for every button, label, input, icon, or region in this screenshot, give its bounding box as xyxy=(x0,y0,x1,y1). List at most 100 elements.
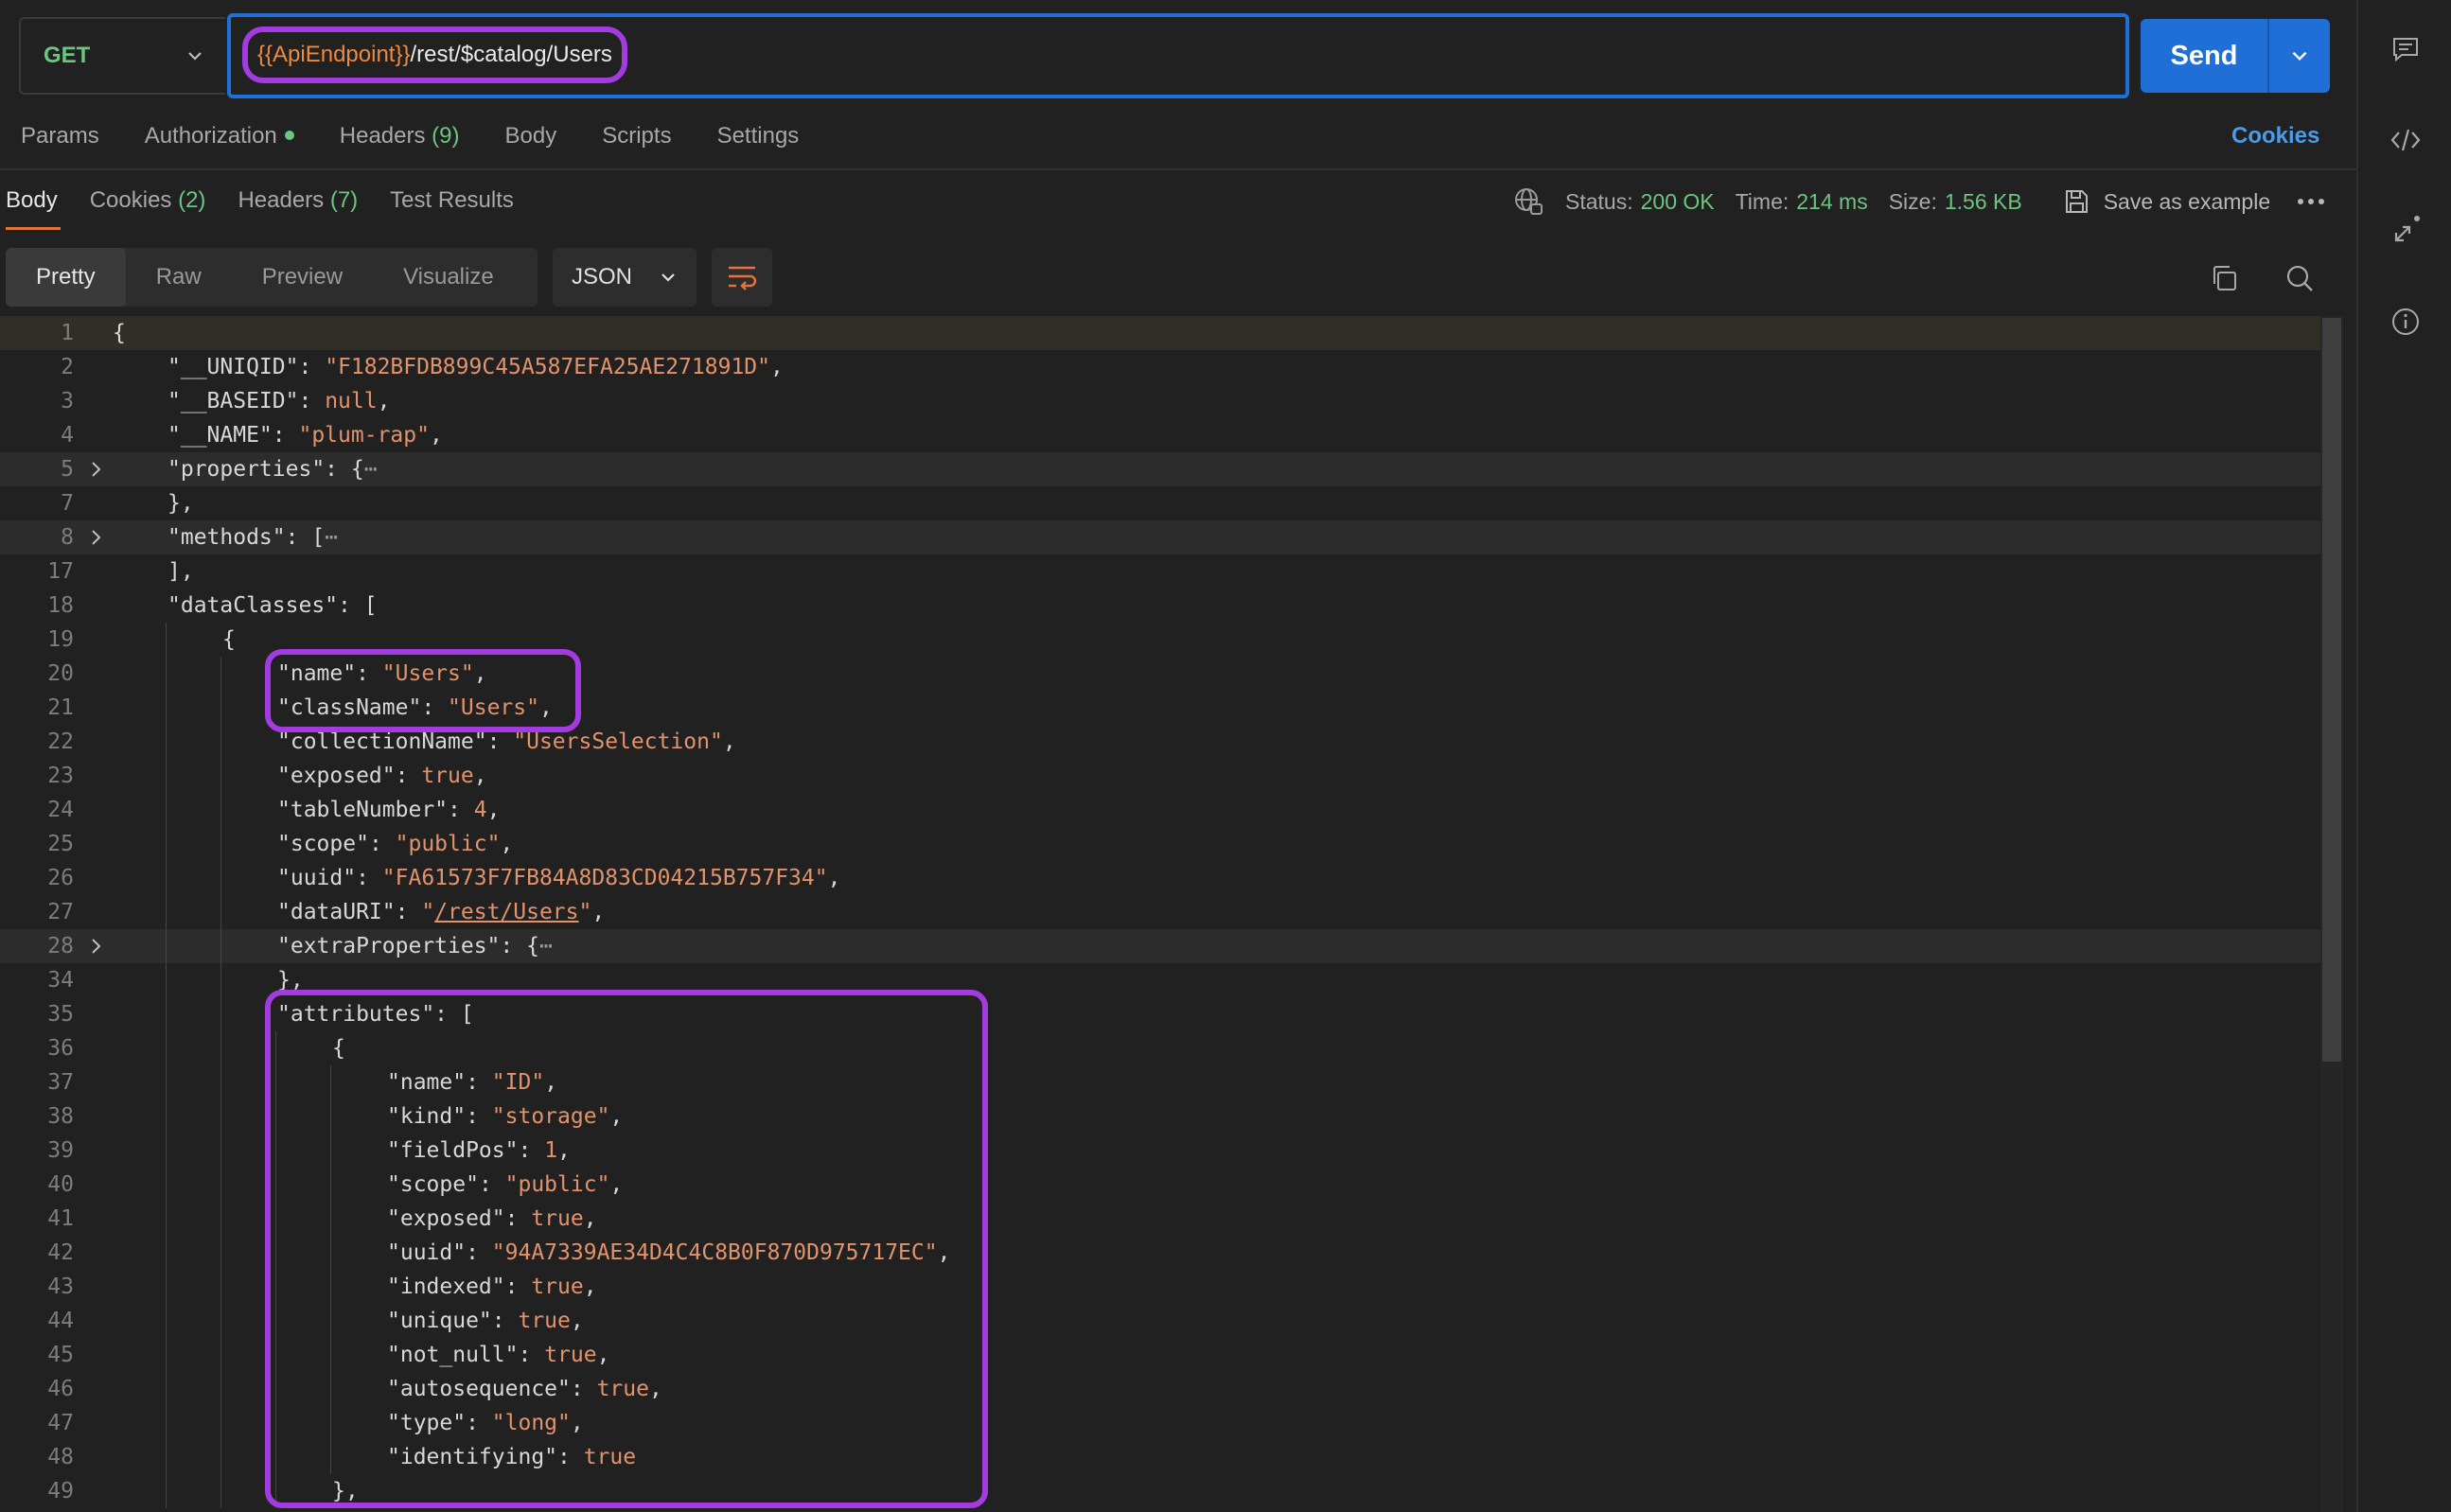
indent-guide xyxy=(166,827,167,861)
tab-authorization[interactable]: Authorization xyxy=(145,123,294,155)
url-path: /rest/$catalog/Users xyxy=(410,42,612,67)
line-number: 43 xyxy=(47,1275,74,1299)
json-punctuation: : xyxy=(356,866,382,890)
view-preview-button[interactable]: Preview xyxy=(232,248,373,307)
related-requests-icon[interactable] xyxy=(2383,206,2428,252)
indent-guide xyxy=(220,759,221,793)
code-line: 25 "scope": "public", xyxy=(0,827,2343,861)
send-button-group: Send xyxy=(2141,19,2330,93)
code-text: }, xyxy=(168,486,194,520)
response-tab-headers[interactable]: Headers (7) xyxy=(238,187,358,214)
indent-guide xyxy=(275,1440,276,1474)
copy-icon[interactable] xyxy=(2201,255,2247,301)
json-punctuation: , xyxy=(544,1070,558,1095)
code-text: }, xyxy=(332,1474,359,1508)
json-key: "exposed" xyxy=(387,1206,505,1231)
cookies-link[interactable]: Cookies xyxy=(2231,123,2319,149)
json-punctuation: , xyxy=(570,1411,584,1435)
tab-params[interactable]: Params xyxy=(21,123,99,155)
tab-label: Settings xyxy=(716,123,800,149)
json-key: "properties" xyxy=(168,457,326,482)
send-button[interactable]: Send xyxy=(2141,19,2269,93)
json-value: true xyxy=(531,1206,584,1231)
fold-chevron-icon[interactable] xyxy=(87,460,106,479)
indent-guide xyxy=(220,997,221,1031)
editor-scrollbar-thumb[interactable] xyxy=(2322,318,2341,1062)
chevron-down-icon xyxy=(176,37,214,75)
indent-guide xyxy=(220,691,221,725)
json-key: "not_null" xyxy=(387,1343,519,1367)
fold-chevron-icon[interactable] xyxy=(87,937,106,956)
tab-body[interactable]: Body xyxy=(505,123,557,155)
indent-guide xyxy=(275,1134,276,1168)
json-punctuation: : xyxy=(557,1445,584,1469)
code-text: "autosequence": true, xyxy=(387,1372,662,1406)
indent-guide xyxy=(166,1031,167,1065)
search-icon[interactable] xyxy=(2277,255,2322,301)
json-punctuation: , xyxy=(429,423,443,448)
code-line: 43 "indexed": true, xyxy=(0,1270,2343,1304)
json-value: true xyxy=(583,1445,637,1469)
save-as-example-button[interactable]: Save as example xyxy=(2062,187,2270,216)
indent-guide xyxy=(275,1270,276,1304)
tab-label: Scripts xyxy=(602,123,672,149)
json-value: "public" xyxy=(504,1172,610,1197)
json-punctuation: : { xyxy=(325,457,364,482)
response-tab-test-results[interactable]: Test Results xyxy=(390,187,514,214)
json-value: "plum-rap" xyxy=(298,423,430,448)
code-line: 5 "properties": {⋯ xyxy=(0,452,2343,486)
json-punctuation: : xyxy=(466,1104,492,1129)
code-line: 26 "uuid": "FA61573F7FB84A8D83CD04215B757… xyxy=(0,861,2343,895)
format-select[interactable]: JSON xyxy=(553,248,697,307)
send-options-button[interactable] xyxy=(2269,19,2330,93)
line-number: 40 xyxy=(47,1172,74,1197)
indent-guide xyxy=(220,963,221,997)
wrap-lines-button[interactable] xyxy=(712,248,772,307)
save-as-example-label: Save as example xyxy=(2103,188,2271,214)
comments-icon[interactable] xyxy=(2383,26,2428,72)
info-icon[interactable] xyxy=(2383,299,2428,344)
json-punctuation: : xyxy=(395,900,422,924)
save-icon xyxy=(2065,190,2088,213)
json-punctuation: ], xyxy=(168,559,194,584)
indent-guide xyxy=(220,895,221,929)
method-select[interactable]: GET xyxy=(19,17,225,95)
code-line: 7}, xyxy=(0,486,2343,520)
network-globe-icon[interactable] xyxy=(1512,185,1544,218)
json-punctuation: , xyxy=(473,764,487,788)
view-raw-button[interactable]: Raw xyxy=(126,248,232,307)
tab-headers[interactable]: Headers (9) xyxy=(340,123,460,155)
size-value[interactable]: 1.56 KB xyxy=(1945,189,2022,215)
code-icon[interactable] xyxy=(2383,117,2428,163)
json-link[interactable]: /rest/Users xyxy=(434,900,578,924)
json-value: "F182BFDB899C45A587EFA25AE271891D" xyxy=(325,355,770,379)
status-value[interactable]: 200 OK xyxy=(1641,189,1715,215)
response-tab-body[interactable]: Body xyxy=(6,187,58,214)
tab-scripts[interactable]: Scripts xyxy=(602,123,671,155)
code-text: "collectionName": "UsersSelection", xyxy=(277,725,736,759)
response-tab-cookies[interactable]: Cookies (2) xyxy=(90,187,206,214)
tab-label: Authorization xyxy=(144,123,277,149)
code-text: "__UNIQID": "F182BFDB899C45A587EFA25AE27… xyxy=(168,350,784,384)
view-pretty-button[interactable]: Pretty xyxy=(6,248,126,307)
view-visualize-button[interactable]: Visualize xyxy=(373,248,524,307)
indent-guide xyxy=(275,1474,276,1508)
json-punctuation: , xyxy=(609,1104,624,1129)
code-line: 4 "__NAME": "plum-rap", xyxy=(0,418,2343,452)
response-body-editor[interactable]: 1{2 "__UNIQID": "F182BFDB899C45A587EFA25A… xyxy=(0,314,2343,1512)
code-text: "uuid": "FA61573F7FB84A8D83CD04215B757F3… xyxy=(277,861,840,895)
more-options-icon[interactable] xyxy=(2297,197,2325,206)
line-number: 19 xyxy=(47,627,74,652)
code-line: 8 "methods": [⋯ xyxy=(0,520,2343,554)
json-punctuation: : xyxy=(272,423,299,448)
json-punctuation: , xyxy=(596,1343,610,1367)
fold-chevron-icon[interactable] xyxy=(87,528,106,547)
json-key: "unique" xyxy=(387,1309,492,1333)
indent-guide xyxy=(166,793,167,827)
indent-guide xyxy=(220,1099,221,1134)
time-value[interactable]: 214 ms xyxy=(1796,189,1867,215)
tab-settings[interactable]: Settings xyxy=(717,123,800,155)
json-punctuation: }, xyxy=(332,1479,359,1503)
json-punctuation: : xyxy=(466,1240,492,1265)
indent-guide xyxy=(330,1236,331,1270)
